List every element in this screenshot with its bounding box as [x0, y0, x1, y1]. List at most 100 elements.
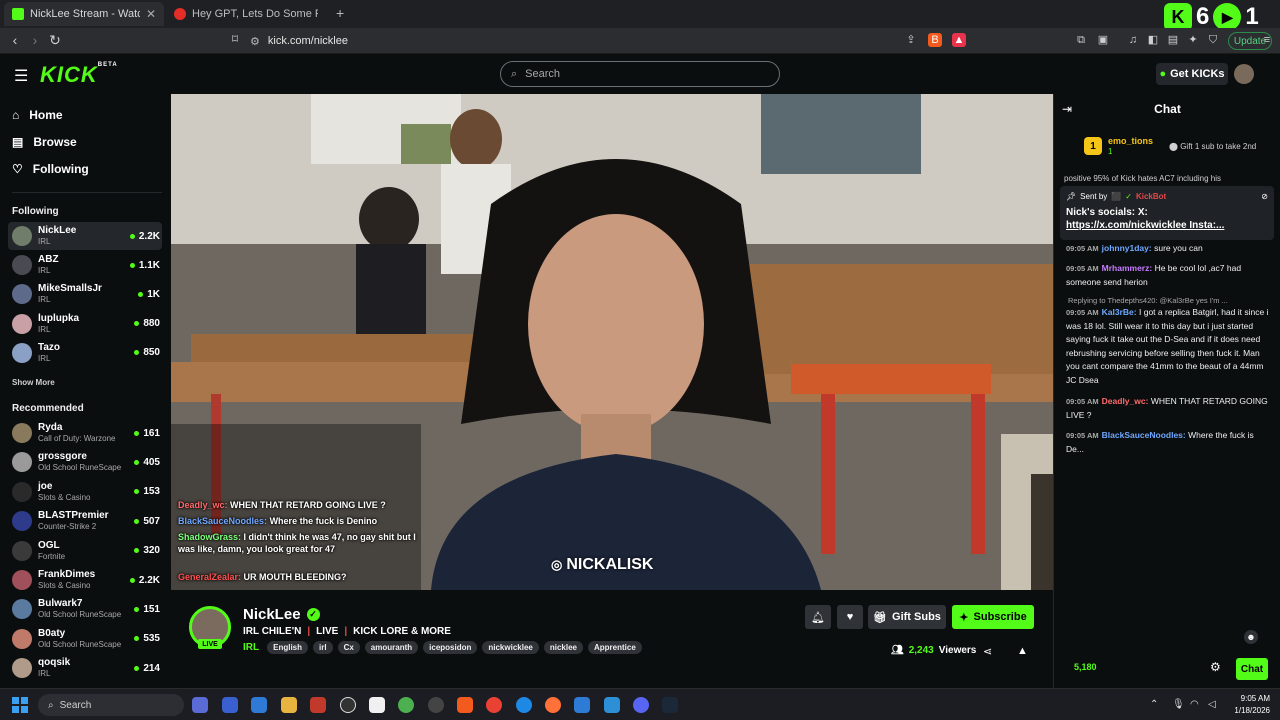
report-icon[interactable]: ▲ — [1017, 645, 1028, 657]
close-tab-icon[interactable]: ✕ — [146, 7, 156, 21]
category-link[interactable]: IRL — [243, 642, 259, 653]
volume-icon[interactable]: ◁ — [1208, 699, 1216, 710]
tab-nicklee[interactable]: NickLee Stream - Watch Live ✕ — [4, 2, 164, 26]
sidebar-channel[interactable]: B0aty Old School RuneScape 535 — [8, 625, 162, 653]
sidebar-channel[interactable]: OGL Fortnite 320 — [8, 537, 162, 565]
firefox-icon[interactable] — [545, 697, 561, 713]
app-icon[interactable] — [574, 697, 590, 713]
clock-app-icon[interactable] — [340, 697, 356, 713]
hamburger-menu-icon[interactable]: ☰ — [14, 66, 28, 86]
chat-message[interactable]: 09:05 AM BlackSauceNoodles: Where the fuc… — [1066, 429, 1272, 456]
sidebar-item-home[interactable]: ⌂ Home — [12, 108, 63, 122]
wifi-icon[interactable]: ◠ — [1190, 699, 1199, 710]
tag-chip[interactable]: nicklee — [543, 641, 583, 654]
share-icon[interactable]: ⋖ — [983, 645, 992, 658]
media-icon[interactable]: ♫ — [1126, 33, 1140, 47]
file-explorer-icon[interactable] — [281, 697, 297, 713]
gift-leaderboard[interactable]: 1 emo_tions 1 ⬤ Gift 1 sub to take 2nd — [1060, 128, 1274, 164]
leo-ai-icon[interactable]: ✦ — [1186, 33, 1200, 47]
brave-icon[interactable] — [457, 697, 473, 713]
emote-icon[interactable]: ☻ — [1244, 630, 1258, 644]
system-clock[interactable]: 9:05 AM 1/18/2026 — [1224, 693, 1270, 717]
sidebar-channel[interactable]: BLASTPremier Counter-Strike 2 507 — [8, 507, 162, 535]
bookmark-icon[interactable]: ⌑ — [226, 32, 244, 46]
tag-chip[interactable]: nickwicklee — [482, 641, 539, 654]
subscribe-button[interactable]: ✦ Subscribe — [952, 605, 1034, 629]
steam-icon[interactable] — [662, 697, 678, 713]
vpn-icon[interactable]: ⛉ — [1206, 33, 1220, 47]
sidebar-channel[interactable]: NickLee IRL 2.2K — [8, 222, 162, 250]
get-kicks-button[interactable]: ● Get KICKs — [1156, 63, 1228, 85]
sidebar-channel[interactable]: Tazo IRL 850 — [8, 339, 162, 367]
tag-chip[interactable]: iceposidon — [423, 641, 478, 654]
sidebar-channel[interactable]: luplupka IRL 880 — [8, 310, 162, 338]
split-view-icon[interactable]: ◧ — [1146, 33, 1160, 47]
taskbar-search[interactable]: ⌕ Search — [38, 694, 184, 716]
url-field[interactable]: ⚙ kick.com/nicklee — [250, 31, 970, 51]
chrome-canary-icon[interactable] — [398, 697, 414, 713]
sidebar-icon[interactable]: ▣ — [1096, 33, 1110, 47]
forward-icon[interactable]: › — [26, 32, 44, 48]
windows-start-icon[interactable] — [12, 697, 28, 713]
new-tab-button[interactable]: + — [336, 5, 344, 21]
remote-desktop-icon[interactable] — [251, 697, 267, 713]
sidebar-channel[interactable]: qoqsik IRL 214 — [8, 654, 162, 682]
avatar[interactable] — [1234, 64, 1254, 84]
tag-chip[interactable]: English — [267, 641, 308, 654]
message-username[interactable]: Mrhammerz: — [1102, 263, 1153, 273]
outlook-icon[interactable] — [222, 697, 238, 713]
show-hidden-icons-icon[interactable]: ⌃ — [1150, 699, 1158, 710]
discord-icon[interactable] — [633, 697, 649, 713]
sidebar-channel[interactable]: MikeSmallsJr IRL 1K — [8, 280, 162, 308]
chat-message[interactable]: 09:05 AM Deadly_wc: WHEN THAT RETARD GOIN… — [1066, 395, 1272, 422]
vscode-icon[interactable] — [604, 697, 620, 713]
chrome-icon[interactable] — [486, 697, 502, 713]
sidebar-item-browse[interactable]: ▤ Browse — [12, 135, 77, 149]
notifications-button[interactable]: 🔔︎ — [805, 605, 831, 629]
message-username[interactable]: BlackSauceNoodles: — [1102, 430, 1186, 440]
pinned-link[interactable]: https://x.com/nickwicklee Insta:... — [1066, 219, 1268, 232]
tab-youtube[interactable]: Hey GPT, Lets Do Some Riddles - Yo — [166, 2, 326, 26]
sidebar-channel[interactable]: ABZ IRL 1.1K — [8, 251, 162, 279]
follow-button[interactable]: ♥ — [837, 605, 863, 629]
message-username[interactable]: Deadly_wc: — [1102, 396, 1149, 406]
sidebar-channel[interactable]: joe Slots & Casino 153 — [8, 478, 162, 506]
show-more-link[interactable]: Show More — [12, 378, 55, 387]
tag-chip[interactable]: Cx — [337, 641, 360, 654]
tag-chip[interactable]: irl — [313, 641, 333, 654]
sidebar-channel[interactable]: Bulwark7 Old School RuneScape 151 — [8, 595, 162, 623]
unpin-icon[interactable]: ⊘ — [1261, 192, 1268, 201]
sidebar-item-following[interactable]: ♡ Following — [12, 162, 89, 176]
menu-icon[interactable]: ≡ — [1260, 33, 1274, 47]
github-icon[interactable] — [428, 697, 444, 713]
edge-icon[interactable] — [516, 697, 532, 713]
netflix-icon[interactable] — [310, 697, 326, 713]
chat-message[interactable]: 09:05 AM Kal3rBe: I got a replica Batgirl… — [1066, 306, 1272, 387]
streamer-name[interactable]: NickLee ✓ — [243, 606, 320, 623]
extensions-icon[interactable]: ⧉ — [1074, 33, 1088, 47]
wallet-icon[interactable]: ▤ — [1166, 33, 1180, 47]
share-icon[interactable]: ⇪ — [904, 33, 918, 47]
kick-logo[interactable]: KICKBETA — [40, 62, 118, 88]
tag-chip[interactable]: amouranth — [364, 641, 419, 654]
video-player[interactable]: Deadly_wc: WHEN THAT RETARD GOING LIVE ?… — [171, 94, 1053, 590]
capcut-icon[interactable] — [369, 697, 385, 713]
sidebar-channel[interactable]: FrankDimes Slots & Casino 2.2K — [8, 566, 162, 594]
gift-subs-button[interactable]: 🎁︎ Gift Subs — [868, 605, 946, 629]
search-input[interactable]: ⌕ Search — [500, 61, 780, 87]
gear-icon[interactable]: ⚙ — [1210, 660, 1221, 674]
brave-shields-icon[interactable]: B — [928, 33, 942, 47]
chat-message[interactable]: 09:05 AM Mrhammerz: He be cool lol ,ac7 h… — [1066, 262, 1272, 289]
sidebar-channel[interactable]: grossgore Old School RuneScape 405 — [8, 448, 162, 476]
send-chat-button[interactable]: Chat — [1236, 658, 1268, 680]
reload-icon[interactable]: ↻ — [46, 32, 64, 49]
brave-rewards-icon[interactable]: ▲ — [952, 33, 966, 47]
back-icon[interactable]: ‹ — [6, 32, 24, 48]
copilot-icon[interactable] — [192, 697, 208, 713]
message-username[interactable]: Kal3rBe: — [1102, 307, 1137, 317]
microphone-icon[interactable]: 🎙︎ — [1172, 699, 1185, 710]
tag-chip[interactable]: Apprentice — [588, 641, 642, 654]
sidebar-channel[interactable]: Ryda Call of Duty: Warzone 161 — [8, 419, 162, 447]
chat-message[interactable]: 09:05 AM johnny1day: sure you can — [1066, 242, 1272, 256]
message-username[interactable]: johnny1day: — [1102, 243, 1152, 253]
